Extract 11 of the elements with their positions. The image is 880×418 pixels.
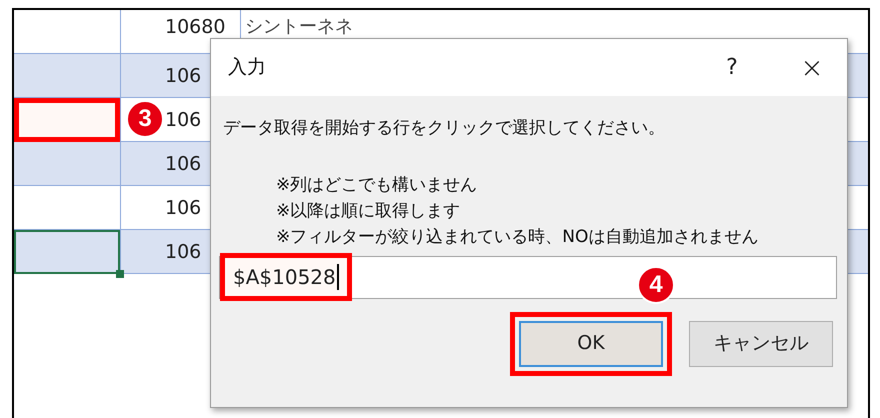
note-text: ※列はどこでも構いません bbox=[276, 174, 478, 196]
selected-cell[interactable] bbox=[14, 230, 120, 274]
highlighted-value: $A$10528 bbox=[220, 253, 352, 301]
ok-button[interactable]: OK bbox=[519, 320, 663, 366]
cancel-button[interactable]: キャンセル bbox=[689, 320, 833, 366]
fill-handle[interactable] bbox=[116, 270, 124, 278]
highlighted-cell[interactable] bbox=[14, 98, 120, 142]
help-button[interactable]: ? bbox=[712, 51, 752, 84]
note-text: ※以降は順に取得します bbox=[276, 200, 462, 222]
dialog-message: データ取得を開始する行をクリックで選択してください。 bbox=[223, 117, 666, 140]
note-text: ※フィルターが絞り込まれている時、NOは自動追加されません bbox=[276, 226, 760, 248]
